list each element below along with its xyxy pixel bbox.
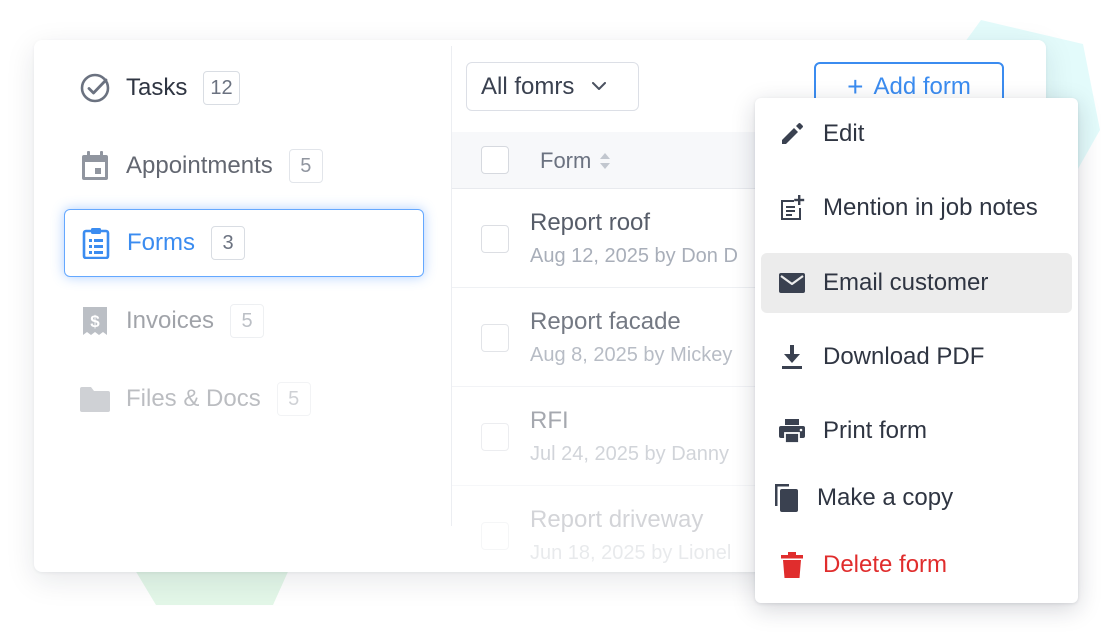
sidebar-item-label: Invoices — [126, 307, 215, 334]
add-form-label: Add form — [873, 72, 971, 100]
row-checkbox[interactable] — [481, 522, 509, 550]
sidebar-item-files-docs[interactable]: Files & Docs 5 — [64, 365, 424, 433]
calendar-icon — [78, 149, 112, 183]
copy-icon — [771, 483, 801, 513]
clipboard-list-icon — [79, 226, 113, 260]
download-icon — [777, 342, 807, 372]
pencil-icon — [777, 119, 807, 149]
folder-icon — [78, 382, 112, 416]
form-title: Report roof — [530, 209, 651, 236]
menu-item-label: Email customer — [823, 269, 989, 296]
menu-item-make-a-copy[interactable]: Make a copy — [761, 468, 1072, 528]
sidebar-item-label: Files & Docs — [126, 385, 261, 412]
count-badge: 3 — [211, 226, 245, 260]
row-checkbox[interactable] — [481, 225, 509, 253]
menu-item-label: Mention in job notes — [823, 194, 1038, 221]
menu-item-label: Delete form — [823, 551, 948, 578]
printer-icon — [777, 416, 807, 446]
row-checkbox[interactable] — [481, 324, 509, 352]
column-header-form[interactable]: Form — [540, 148, 611, 174]
sidebar-item-label: Appointments — [126, 152, 273, 179]
trash-icon — [777, 550, 807, 580]
menu-item-label: Print form — [823, 417, 928, 444]
menu-item-label: Download PDF — [823, 343, 985, 370]
form-meta: Aug 12, 2025 by Don D — [530, 245, 738, 267]
plus-icon: + — [847, 70, 864, 102]
menu-item-delete-form[interactable]: Delete form — [761, 535, 1072, 595]
count-badge: 5 — [230, 304, 265, 338]
sidebar-item-appointments[interactable]: Appointments 5 — [64, 132, 424, 200]
menu-item-mention-in-job-notes[interactable]: Mention in job notes — [761, 178, 1072, 238]
filter-dropdown[interactable]: All fomrs — [466, 62, 639, 111]
svg-text:$: $ — [90, 312, 100, 331]
sidebar-item-label: Forms — [127, 229, 195, 256]
count-badge: 5 — [288, 149, 323, 183]
envelope-icon — [777, 268, 807, 298]
form-title: RFI — [530, 407, 569, 434]
menu-item-print-form[interactable]: Print form — [761, 401, 1072, 461]
check-circle-icon — [78, 71, 112, 105]
count-badge: 12 — [203, 71, 240, 105]
sidebar: Tasks 12 Appointments 5 Forms 3 $ Invoic… — [34, 40, 451, 572]
sidebar-item-forms[interactable]: Forms 3 — [64, 209, 424, 277]
form-actions-menu: Edit Mention in job notes Email customer… — [755, 98, 1078, 603]
count-badge: 5 — [276, 382, 311, 416]
select-all-checkbox[interactable] — [481, 146, 509, 174]
menu-item-label: Make a copy — [817, 484, 954, 511]
menu-item-label: Edit — [823, 120, 865, 147]
filter-label: All fomrs — [481, 72, 575, 100]
menu-item-email-customer[interactable]: Email customer — [761, 253, 1072, 313]
menu-item-download-pdf[interactable]: Download PDF — [761, 327, 1072, 387]
form-meta: Aug 8, 2025 by Mickey — [530, 344, 733, 366]
sidebar-item-tasks[interactable]: Tasks 12 — [64, 54, 424, 122]
note-add-icon — [777, 193, 807, 223]
sidebar-item-invoices[interactable]: $ Invoices 5 — [64, 287, 424, 355]
column-header-label: Form — [540, 148, 592, 173]
sort-icon — [599, 152, 611, 170]
form-meta: Jul 24, 2025 by Danny — [530, 443, 730, 465]
receipt-dollar-icon: $ — [78, 304, 112, 338]
form-title: Report driveway — [530, 506, 704, 533]
row-checkbox[interactable] — [481, 423, 509, 451]
form-title: Report facade — [530, 308, 681, 335]
chevron-down-icon — [592, 79, 608, 95]
sidebar-item-label: Tasks — [126, 74, 188, 101]
form-meta: Jun 18, 2025 by Lionel — [530, 542, 732, 564]
menu-item-edit[interactable]: Edit — [761, 104, 1072, 164]
